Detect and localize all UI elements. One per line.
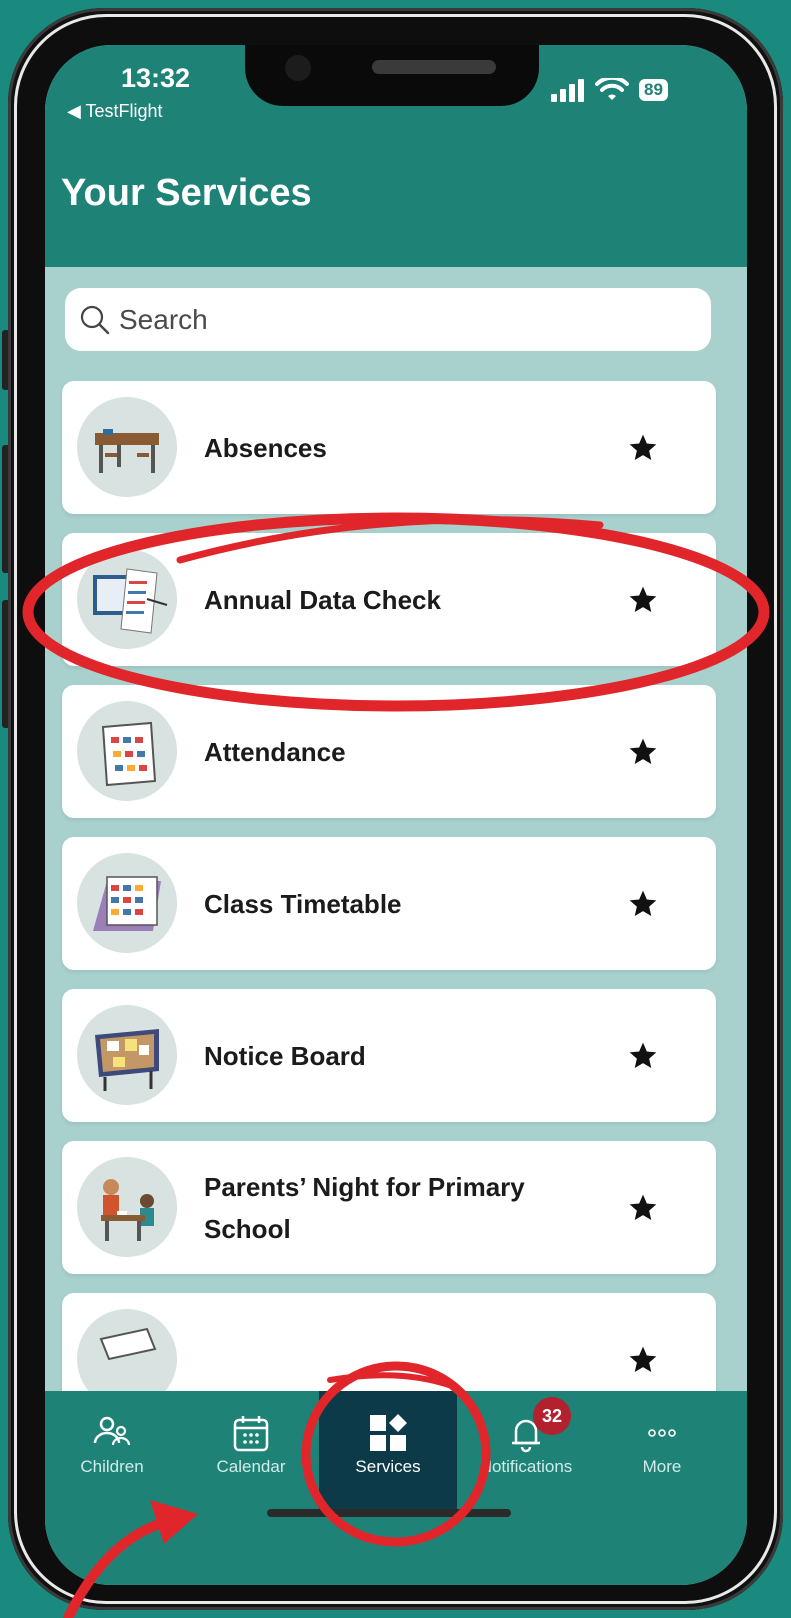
service-card-attendance[interactable]: Attendance [62, 685, 716, 818]
attendance-calendar-icon [77, 701, 177, 801]
timetable-calendar-icon [77, 853, 177, 953]
status-indicators: 89 [551, 78, 668, 102]
app-screen: 13:32 ◀ TestFlight 89 Your Services Sear… [45, 45, 747, 1585]
tab-services[interactable]: Services [318, 1403, 458, 1523]
back-to-app-link[interactable]: ◀ TestFlight [67, 101, 163, 122]
parent-meeting-icon [77, 1157, 177, 1257]
service-card-notice-board[interactable]: Notice Board [62, 989, 716, 1122]
tab-label: More [642, 1457, 682, 1476]
tab-notifications[interactable]: Notifications [456, 1403, 596, 1523]
service-label: Attendance [204, 736, 346, 767]
classroom-desks-icon [77, 397, 177, 497]
home-indicator[interactable] [267, 1509, 511, 1517]
cellular-signal-icon [551, 79, 584, 102]
favorite-star-icon[interactable] [627, 1192, 659, 1224]
notice-board-icon [77, 1005, 177, 1105]
favorite-star-icon[interactable] [627, 432, 659, 464]
children-icon [93, 1416, 131, 1446]
calendar-icon [233, 1416, 269, 1452]
tab-children[interactable]: Children [45, 1403, 182, 1523]
favorite-star-icon[interactable] [627, 888, 659, 920]
tab-label: Children [80, 1457, 144, 1476]
favorite-star-icon[interactable] [627, 736, 659, 768]
service-label: Absences [204, 432, 327, 463]
favorite-star-icon[interactable] [627, 1344, 659, 1376]
notifications-badge: 32 [533, 1397, 571, 1435]
service-label: Annual Data Check [204, 584, 441, 615]
tab-label: Services [355, 1457, 421, 1476]
service-card-absences[interactable]: Absences [62, 381, 716, 514]
tab-calendar[interactable]: Calendar [181, 1403, 321, 1523]
service-card-parents-night[interactable]: Parents’ Night for Primary School [62, 1141, 716, 1274]
battery-indicator: 89 [639, 79, 668, 101]
tab-more[interactable]: More [592, 1403, 732, 1523]
speaker-grille [372, 60, 496, 74]
service-card-annual-data-check[interactable]: Annual Data Check [62, 533, 716, 666]
service-label: Parents’ Night for Primary School [204, 1171, 525, 1244]
more-dots-icon [648, 1429, 676, 1437]
favorite-star-icon[interactable] [627, 584, 659, 616]
services-icon [370, 1414, 407, 1451]
camera-icon [285, 55, 311, 81]
service-label: Notice Board [204, 1040, 366, 1071]
tab-label: Notifications [479, 1457, 573, 1476]
page-title: Your Services [61, 172, 312, 214]
search-icon [80, 305, 110, 334]
status-time: 13:32 [121, 63, 191, 93]
service-card-class-timetable[interactable]: Class Timetable [62, 837, 716, 970]
search-input[interactable]: Search [119, 304, 208, 336]
search-bar[interactable]: Search [65, 288, 711, 351]
tab-label: Calendar [216, 1457, 286, 1476]
wifi-icon [595, 78, 629, 100]
favorite-star-icon[interactable] [627, 1040, 659, 1072]
bottom-tab-bar: Children Calendar Services Notifications… [45, 1391, 747, 1585]
service-label: Class Timetable [204, 888, 402, 919]
data-check-document-icon [77, 549, 177, 649]
